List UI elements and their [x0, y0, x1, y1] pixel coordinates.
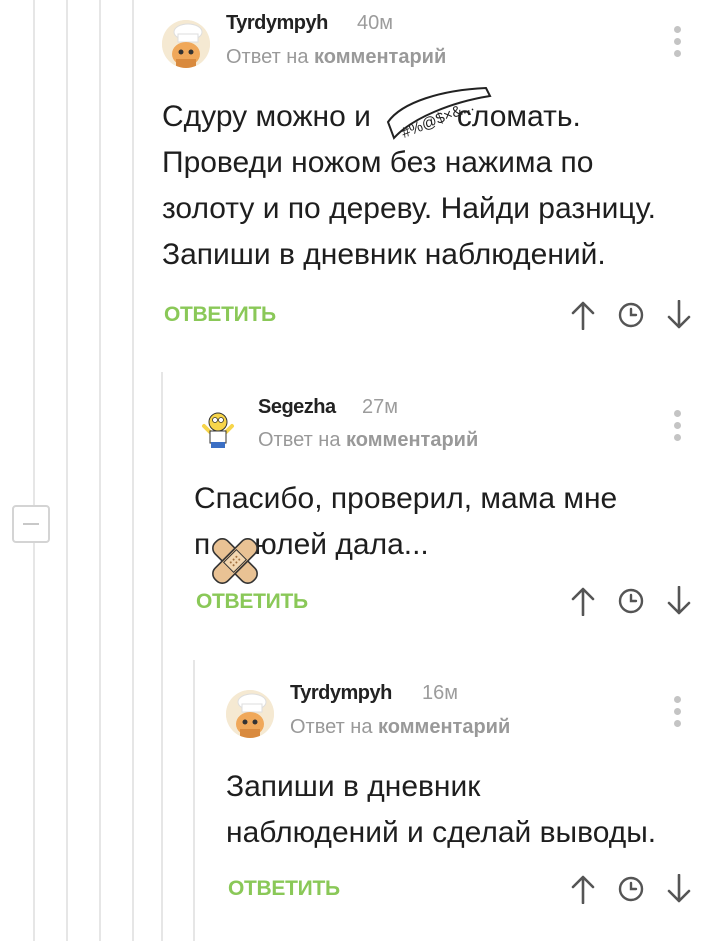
- thread-line: [66, 0, 68, 941]
- band-aid-icon: [204, 530, 266, 592]
- reply-button[interactable]: ОТВЕТИТЬ: [228, 877, 340, 901]
- comment-author[interactable]: Tyrdympyh: [290, 682, 392, 705]
- arrow-down-icon[interactable]: [667, 874, 691, 904]
- comment-time: 40м: [357, 12, 393, 34]
- reply-to-link[interactable]: комментарий: [314, 46, 446, 68]
- thread-line: [99, 0, 101, 941]
- clock-icon[interactable]: [618, 588, 644, 614]
- arrow-up-icon[interactable]: [571, 586, 595, 616]
- thread-line: [132, 0, 134, 941]
- comment-time: 16м: [422, 682, 458, 704]
- chef-cat-avatar-icon[interactable]: [162, 20, 210, 68]
- reply-to-line: Ответ на комментарий: [290, 716, 510, 739]
- censor-sticker: #%@$×&...: [382, 82, 492, 142]
- chef-cat-avatar-icon[interactable]: [226, 690, 274, 738]
- collapse-minus-icon[interactable]: [12, 505, 50, 543]
- comment-author[interactable]: Segezha: [258, 396, 336, 419]
- reply-thread-line: [193, 660, 195, 941]
- reply-to-line: Ответ на комментарий: [226, 46, 446, 69]
- reply-thread-line: [161, 372, 163, 941]
- arrow-up-icon[interactable]: [571, 874, 595, 904]
- reply-to-link[interactable]: комментарий: [346, 429, 478, 451]
- thread-line: [33, 0, 35, 941]
- comment-body-line: Запиши в дневник наблюдений.: [162, 238, 606, 271]
- arrow-down-icon[interactable]: [667, 586, 691, 616]
- comment-body-line: Спасибо, проверил, мама мне: [194, 482, 618, 515]
- comment-body-line: наблюдений и сделай выводы.: [226, 816, 657, 849]
- clock-icon[interactable]: [618, 876, 644, 902]
- comment-time: 27м: [362, 396, 398, 418]
- reply-to-prefix: Ответ на: [258, 429, 341, 451]
- comment-body-line: п юлей дала...: [194, 528, 429, 561]
- reply-to-link[interactable]: комментарий: [378, 716, 510, 738]
- comment-author[interactable]: Tyrdympyh: [226, 12, 328, 35]
- comment-body: Спасибо, проверил, мама мне п юлей дала..…: [194, 476, 694, 568]
- reply-to-line: Ответ на комментарий: [258, 429, 478, 452]
- comment-body-line: Проведи ножом без нажима по: [162, 146, 594, 179]
- reply-to-prefix: Ответ на: [290, 716, 373, 738]
- reply-to-prefix: Ответ на: [226, 46, 309, 68]
- homer-avatar-icon[interactable]: [194, 404, 242, 452]
- more-vertical-icon[interactable]: [674, 696, 682, 732]
- clock-icon[interactable]: [618, 302, 644, 328]
- comment-body: Запиши в дневник наблюдений и сделай выв…: [226, 764, 706, 856]
- reply-button[interactable]: ОТВЕТИТЬ: [164, 303, 276, 327]
- comment-body-line: золоту и по дереву. Найди разницу.: [162, 192, 656, 225]
- arrow-up-icon[interactable]: [571, 300, 595, 330]
- more-vertical-icon[interactable]: [674, 410, 682, 446]
- comment-body-line: Запиши в дневник: [226, 770, 481, 803]
- more-vertical-icon[interactable]: [674, 26, 682, 62]
- arrow-down-icon[interactable]: [667, 300, 691, 330]
- reply-button[interactable]: ОТВЕТИТЬ: [196, 590, 308, 614]
